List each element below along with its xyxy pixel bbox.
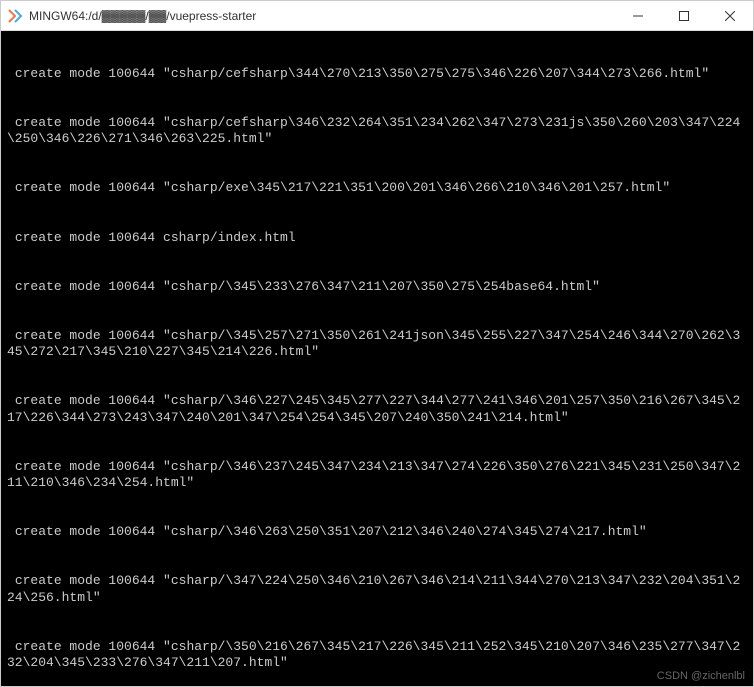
output-line: create mode 100644 "csharp/\350\216\267\… bbox=[7, 639, 747, 672]
app-icon bbox=[7, 8, 23, 24]
output-line: create mode 100644 "csharp/cefsharp\346\… bbox=[7, 115, 747, 148]
output-line: create mode 100644 "csharp/\345\233\276\… bbox=[7, 279, 747, 295]
app-window: MINGW64:/d/▓▓▓▓▓/▓▓/vuepress-starter cre… bbox=[0, 0, 754, 687]
output-line: create mode 100644 "csharp/\347\224\250\… bbox=[7, 573, 747, 606]
maximize-button[interactable] bbox=[661, 1, 707, 31]
titlebar[interactable]: MINGW64:/d/▓▓▓▓▓/▓▓/vuepress-starter bbox=[1, 1, 753, 31]
close-button[interactable] bbox=[707, 1, 753, 31]
output-line: create mode 100644 csharp/index.html bbox=[7, 230, 747, 246]
output-line: create mode 100644 "csharp/\346\237\245\… bbox=[7, 459, 747, 492]
watermark: CSDN @zichenlbl bbox=[657, 670, 745, 684]
output-line: create mode 100644 "csharp/\346\263\250\… bbox=[7, 524, 747, 540]
window-controls bbox=[615, 1, 753, 31]
output-line: create mode 100644 "csharp/\345\257\271\… bbox=[7, 328, 747, 361]
window-title: MINGW64:/d/▓▓▓▓▓/▓▓/vuepress-starter bbox=[29, 9, 615, 23]
output-line: create mode 100644 "csharp/\346\227\245\… bbox=[7, 393, 747, 426]
output-line: create mode 100644 "csharp/cefsharp\344\… bbox=[7, 66, 747, 82]
output-line: create mode 100644 "csharp/exe\345\217\2… bbox=[7, 180, 747, 196]
minimize-button[interactable] bbox=[615, 1, 661, 31]
terminal-output[interactable]: create mode 100644 "csharp/cefsharp\344\… bbox=[1, 31, 753, 686]
